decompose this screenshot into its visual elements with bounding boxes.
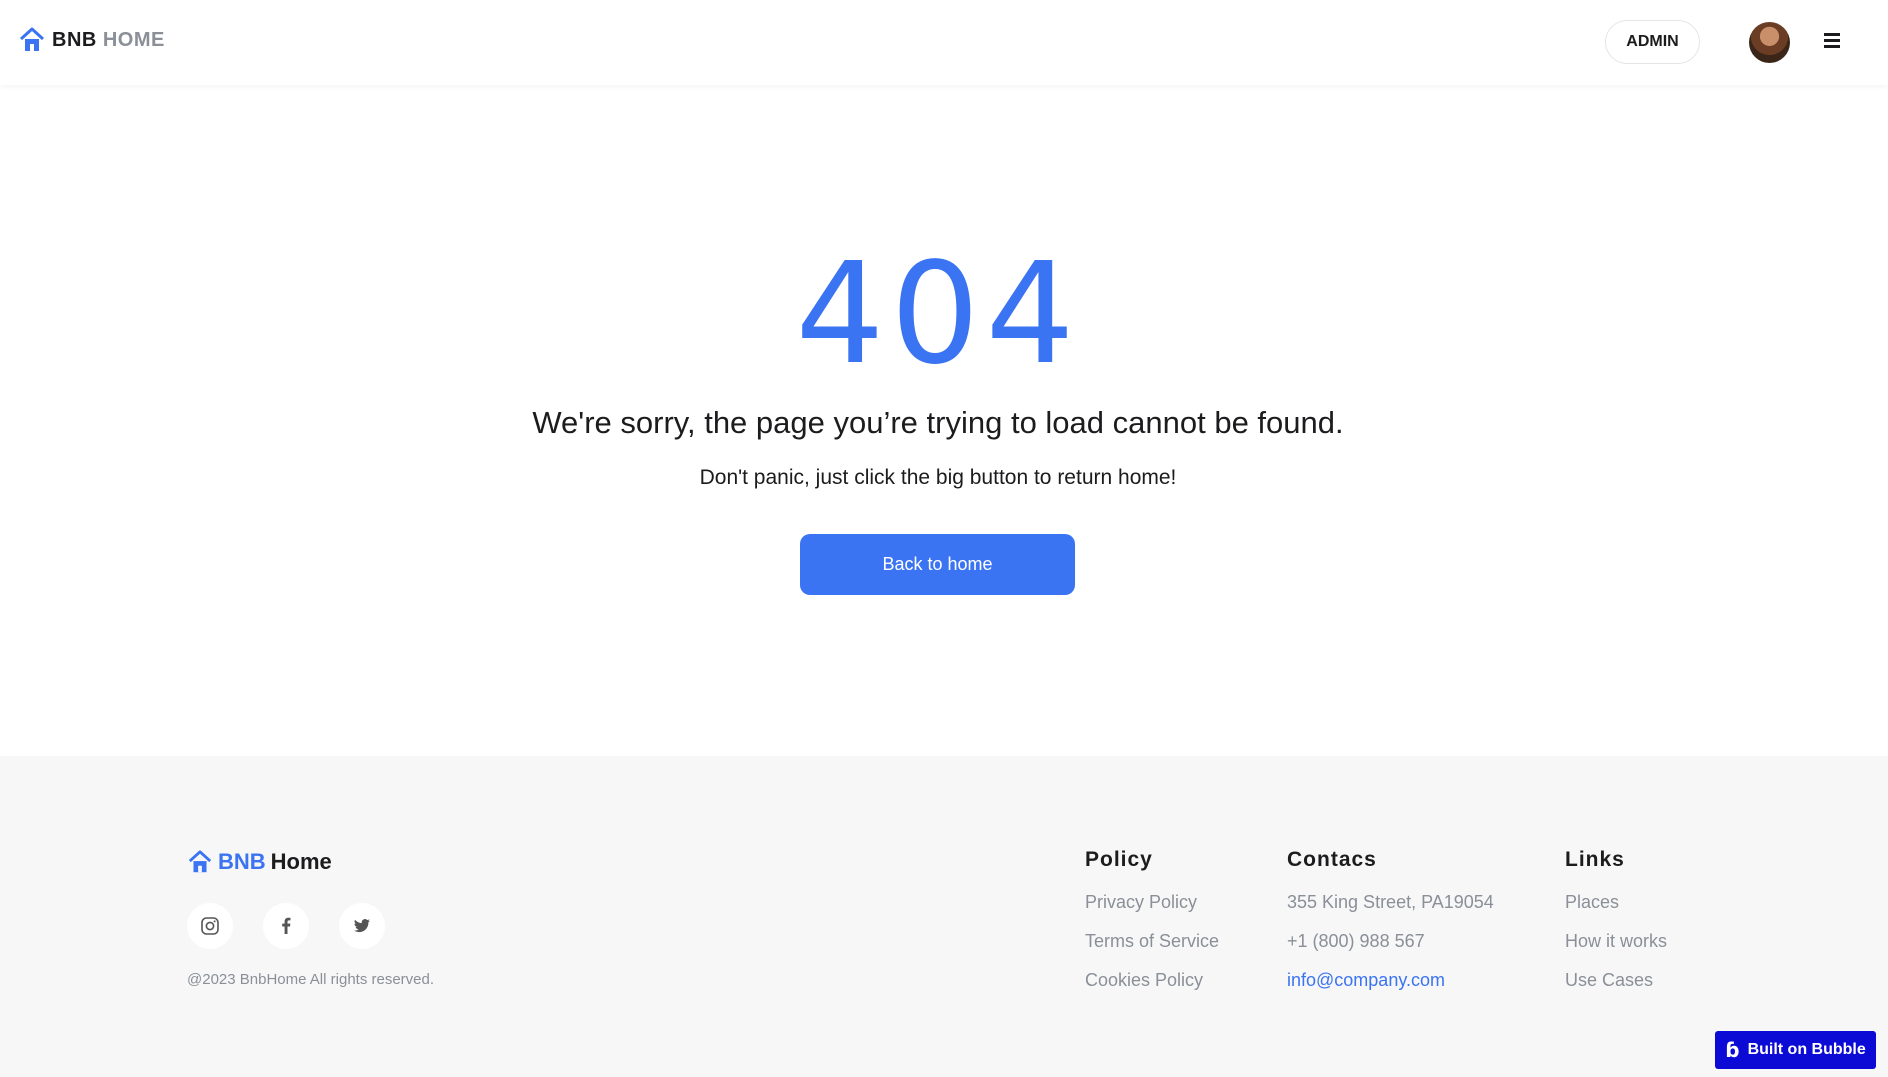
social-links [187,903,385,949]
privacy-policy-link[interactable]: Privacy Policy [1085,890,1219,915]
house-icon [19,27,45,51]
error-subtitle: Don't panic, just click the big button t… [699,466,1177,489]
address-text: 355 King Street, PA19054 [1287,892,1494,912]
policy-heading: Policy [1085,848,1153,871]
places-link[interactable]: Places [1565,890,1667,915]
use-cases-link[interactable]: Use Cases [1565,968,1667,993]
terms-of-service-link[interactable]: Terms of Service [1085,929,1219,954]
footer-contacts-column: Contacs 355 King Street, PA19054 +1 (800… [1287,848,1494,1007]
contacts-heading: Contacs [1287,848,1377,871]
user-avatar[interactable] [1749,22,1790,63]
copyright-text: @2023 BnbHome All rights reserved. [187,971,435,988]
email-link[interactable]: info@company.com [1287,968,1494,993]
cookies-policy-link[interactable]: Cookies Policy [1085,968,1219,993]
twitter-icon[interactable] [339,903,385,949]
footer-logo-bnb: BNB [218,849,266,874]
hamburger-menu-icon[interactable] [1824,33,1844,53]
phone-text[interactable]: +1 (800) 988 567 [1287,929,1494,954]
logo-text-home: HOME [102,28,165,51]
footer-logo[interactable]: BNB Home [187,849,332,875]
bubble-logo-icon: ɓ [1725,1038,1740,1062]
footer: BNB Home @2023 BnbHome All rights reserv… [0,756,1888,1077]
footer-policy-column: Policy Privacy Policy Terms of Service C… [1085,848,1219,1007]
error-code: 404 [795,233,1081,396]
logo-text-bnb: BNB [52,28,97,51]
links-heading: Links [1565,848,1625,871]
built-on-bubble-badge[interactable]: ɓ Built on Bubble [1715,1031,1876,1069]
error-title: We're sorry, the page you’re trying to l… [532,405,1344,440]
top-navbar: BNB HOME ADMIN [0,0,1888,85]
brand-logo[interactable]: BNB HOME [18,26,165,54]
how-it-works-link[interactable]: How it works [1565,929,1667,954]
facebook-icon[interactable] [263,903,309,949]
footer-logo-home: Home [270,849,332,874]
instagram-icon[interactable] [187,903,233,949]
admin-button[interactable]: ADMIN [1605,20,1700,64]
bubble-badge-label: Built on Bubble [1747,1041,1866,1058]
house-icon [188,850,212,873]
footer-links-column: Links Places How it works Use Cases [1565,848,1667,1007]
back-to-home-button[interactable]: Back to home [800,534,1075,595]
